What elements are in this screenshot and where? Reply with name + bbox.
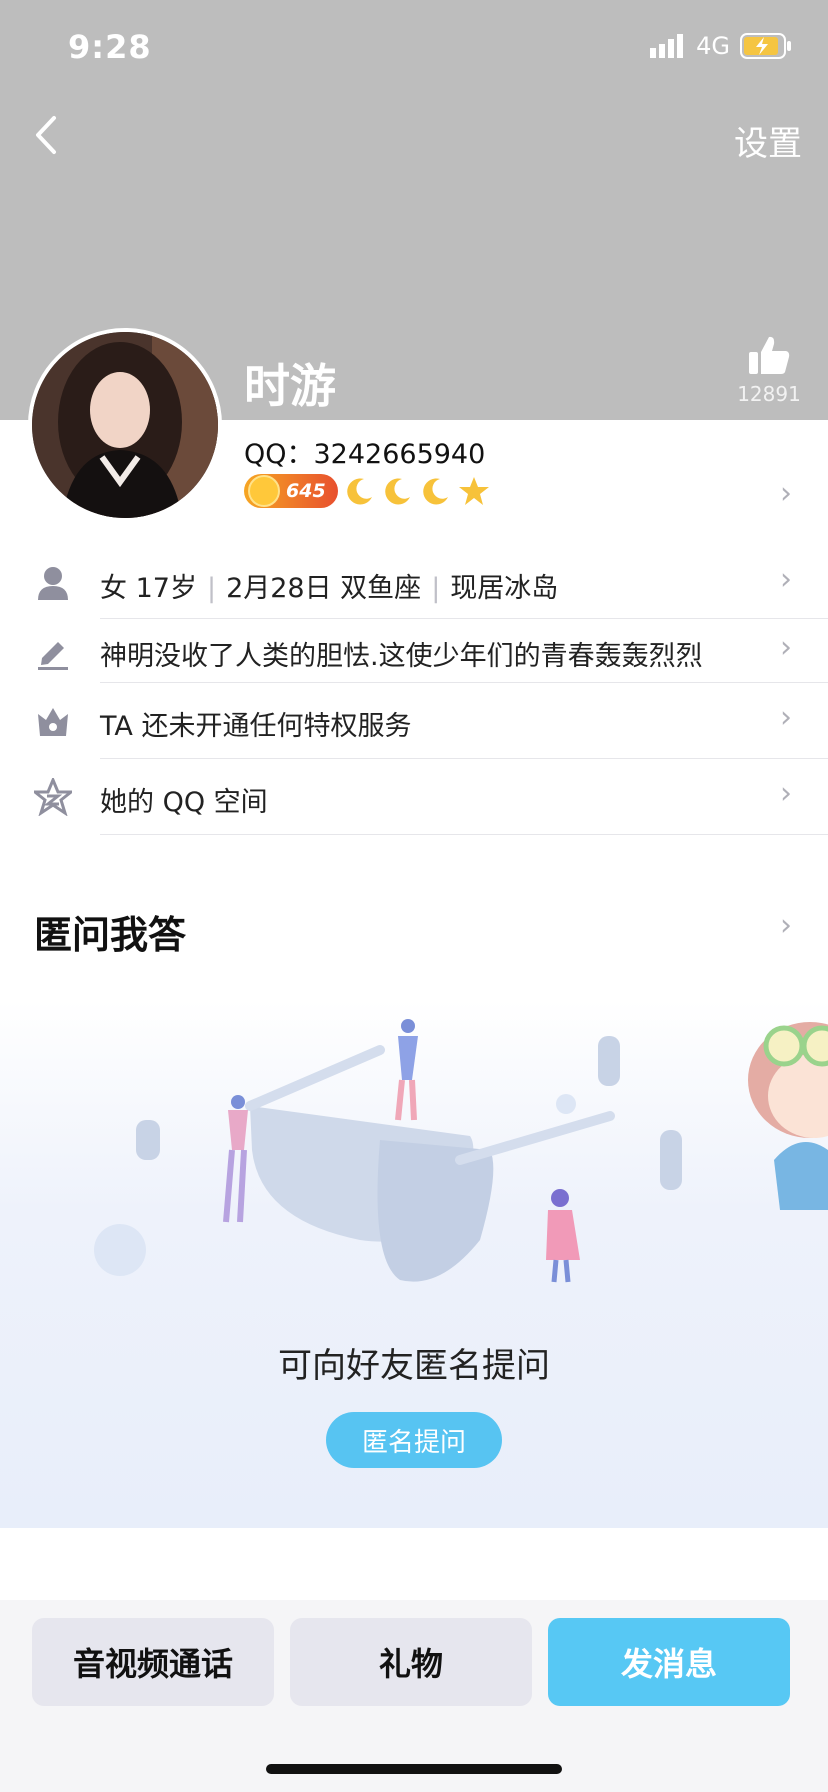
basic-info-row[interactable]: 女 17岁 | 2月28日 双鱼座 | 现居冰岛 ›: [0, 548, 828, 618]
mascot-icon: [748, 1022, 828, 1210]
video-call-button[interactable]: 音视频通话: [32, 1618, 274, 1706]
signature: 神明没收了人类的胆怯.这使少年们的青春轰轰烈烈: [100, 641, 703, 672]
qzone-star-icon: [34, 778, 72, 816]
divider: [100, 682, 828, 683]
anonymous-prompt: 可向好友匿名提问: [278, 1346, 550, 1386]
signature-row[interactable]: 神明没收了人类的胆怯.这使少年们的青春轰轰烈烈 ›: [0, 616, 828, 686]
age: 17岁: [135, 573, 197, 604]
chevron-right-icon: ›: [780, 630, 792, 665]
anonymous-ask-button[interactable]: 匿名提问: [326, 1412, 502, 1468]
signal-icon: [650, 34, 684, 58]
birthday: 2月28日 双鱼座: [226, 573, 422, 604]
nickname: 时游: [244, 359, 336, 413]
divider: [100, 758, 828, 759]
back-button[interactable]: [26, 110, 66, 160]
status-time: 9:28: [68, 28, 152, 66]
like-button[interactable]: 12891: [732, 334, 806, 406]
moon-icon: [347, 478, 372, 505]
coin-badge: 645: [244, 474, 338, 508]
qzone-link: 她的 QQ 空间: [100, 787, 268, 818]
gift-button[interactable]: 礼物: [290, 1618, 532, 1706]
network-label: 4G: [696, 32, 730, 60]
status-indicators: 4G: [650, 32, 792, 60]
avatar[interactable]: [28, 328, 222, 522]
battery-charging-icon: [740, 33, 791, 59]
location: 现居冰岛: [450, 573, 559, 604]
send-message-button[interactable]: 发消息: [548, 1618, 790, 1706]
moon-icon: [423, 478, 448, 505]
separator: |: [431, 573, 441, 604]
qq-number: QQ：3242665940: [244, 439, 486, 470]
avatar-image: [32, 332, 218, 518]
cartoon-mascot[interactable]: [740, 1010, 828, 1210]
coin-icon: [248, 475, 280, 507]
privilege-row[interactable]: TA 还未开通任何特权服务 ›: [0, 686, 828, 756]
moon-icon: [385, 478, 410, 505]
coin-level: 645: [286, 480, 326, 502]
section-title: 匿问我答: [34, 913, 187, 957]
chevron-right-icon: ›: [780, 562, 792, 597]
chevron-right-icon[interactable]: ›: [780, 908, 792, 943]
settings-button[interactable]: 设置: [734, 116, 802, 165]
thumbs-up-icon: [749, 336, 790, 374]
star-icon: [459, 477, 489, 505]
separator: |: [206, 573, 217, 604]
person-icon: [38, 567, 68, 600]
pencil-icon: [38, 642, 68, 670]
chevron-right-icon: ›: [780, 776, 792, 811]
chevron-right-icon: ›: [780, 700, 792, 735]
basic-info: 女 17岁 | 2月28日 双鱼座 | 现居冰岛: [100, 566, 558, 605]
qzone-row[interactable]: 她的 QQ 空间 ›: [0, 762, 828, 832]
chevron-left-icon: [36, 116, 56, 154]
chevron-right-icon[interactable]: ›: [780, 476, 792, 511]
home-indicator[interactable]: [266, 1764, 562, 1774]
level-row[interactable]: 645: [244, 474, 490, 508]
crown-icon: [38, 708, 68, 736]
privilege-status: TA 还未开通任何特权服务: [100, 711, 412, 742]
like-count: 12891: [737, 382, 801, 406]
divider: [100, 834, 828, 835]
gender: 女: [100, 573, 127, 604]
